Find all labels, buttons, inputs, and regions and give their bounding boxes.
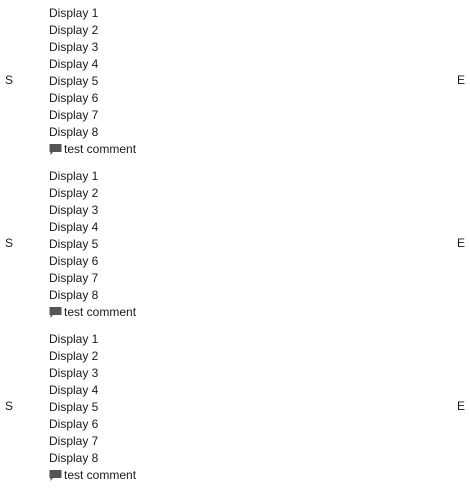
display-item[interactable]: Display 5: [49, 73, 249, 90]
display-item[interactable]: Display 6: [49, 253, 249, 270]
display-item[interactable]: Display 1: [49, 331, 249, 348]
comment-text: test comment: [64, 468, 137, 482]
display-list: Display 1 Display 2 Display 3 Display 4 …: [49, 331, 249, 484]
display-item[interactable]: Display 1: [49, 168, 249, 185]
display-item[interactable]: Display 2: [49, 185, 249, 202]
display-item[interactable]: Display 8: [49, 450, 249, 467]
display-item[interactable]: Display 8: [49, 124, 249, 141]
display-item[interactable]: Display 7: [49, 270, 249, 287]
display-list: Display 1 Display 2 Display 3 Display 4 …: [49, 168, 249, 321]
comment-icon: [49, 470, 62, 481]
comment-text: test comment: [64, 142, 137, 156]
display-item[interactable]: Display 1: [49, 5, 249, 22]
display-group: S Display 1 Display 2 Display 3 Display …: [0, 168, 470, 328]
end-label: E: [457, 73, 466, 87]
comment-text: test comment: [64, 305, 137, 319]
start-label: S: [5, 399, 14, 413]
display-list: Display 1 Display 2 Display 3 Display 4 …: [49, 5, 249, 158]
comment-icon: [49, 307, 62, 318]
start-label: S: [5, 73, 14, 87]
display-item[interactable]: Display 7: [49, 433, 249, 450]
display-item[interactable]: Display 7: [49, 107, 249, 124]
display-group: S Display 1 Display 2 Display 3 Display …: [0, 5, 470, 165]
display-item[interactable]: Display 4: [49, 56, 249, 73]
comment-icon: [49, 144, 62, 155]
comment-row[interactable]: test comment: [49, 304, 249, 321]
display-item[interactable]: Display 4: [49, 219, 249, 236]
display-group: S Display 1 Display 2 Display 3 Display …: [0, 331, 470, 491]
display-item[interactable]: Display 4: [49, 382, 249, 399]
comment-row[interactable]: test comment: [49, 141, 249, 158]
start-label: S: [5, 236, 14, 250]
display-item[interactable]: Display 3: [49, 39, 249, 56]
display-item[interactable]: Display 5: [49, 399, 249, 416]
end-label: E: [457, 236, 466, 250]
display-item[interactable]: Display 6: [49, 416, 249, 433]
display-item[interactable]: Display 5: [49, 236, 249, 253]
display-item[interactable]: Display 3: [49, 202, 249, 219]
display-item[interactable]: Display 2: [49, 348, 249, 365]
display-item[interactable]: Display 3: [49, 365, 249, 382]
display-item[interactable]: Display 6: [49, 90, 249, 107]
display-item[interactable]: Display 2: [49, 22, 249, 39]
display-item[interactable]: Display 8: [49, 287, 249, 304]
end-label: E: [457, 399, 466, 413]
comment-row[interactable]: test comment: [49, 467, 249, 484]
